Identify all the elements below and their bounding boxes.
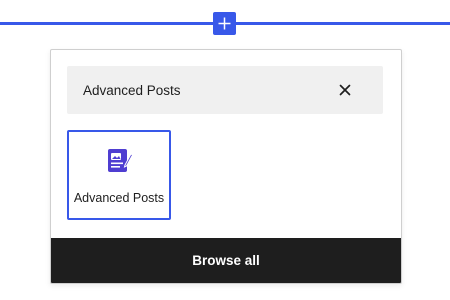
plus-icon — [218, 17, 231, 30]
editor-canvas: Advanced Posts Browse all — [0, 0, 450, 300]
close-icon — [339, 84, 351, 96]
advanced-posts-icon — [107, 148, 134, 174]
clear-search-button[interactable] — [333, 78, 357, 102]
browse-all-button[interactable]: Browse all — [51, 238, 401, 283]
block-search-input[interactable] — [67, 66, 327, 114]
block-item-advanced-posts[interactable]: Advanced Posts — [67, 130, 171, 220]
add-block-button[interactable] — [213, 12, 236, 35]
block-search — [67, 66, 383, 114]
block-inserter-popover: Advanced Posts Browse all — [50, 49, 402, 284]
block-item-label: Advanced Posts — [73, 191, 165, 205]
